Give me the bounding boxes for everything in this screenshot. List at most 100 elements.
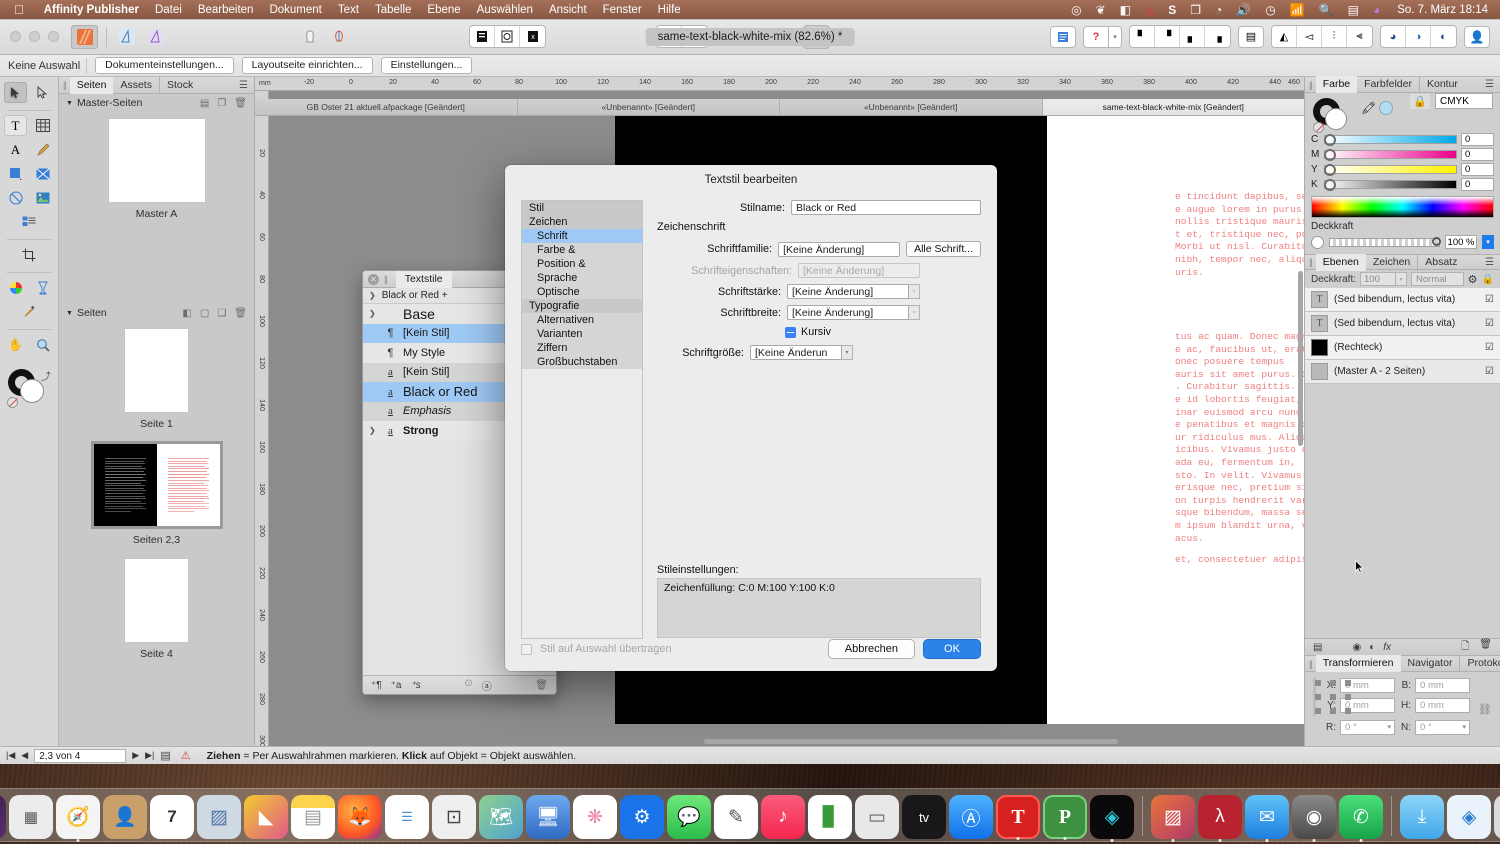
close-icon[interactable]: ✕: [368, 273, 379, 285]
tab-ebenen[interactable]: Ebenen: [1315, 253, 1366, 271]
italic-row[interactable]: Kursiv: [785, 326, 981, 338]
dock-item-reminders[interactable]: ☰: [385, 795, 429, 839]
dock-item-siri[interactable]: ◉: [0, 795, 6, 839]
pages-section-header[interactable]: ▼ Seiten ◧ ▢ ❑ 🗑: [59, 304, 254, 322]
duplicate-page-icon[interactable]: ❑: [217, 308, 226, 319]
dock-item-messages[interactable]: 💬: [667, 795, 711, 839]
designer-persona-icon[interactable]: [113, 25, 140, 49]
color-spectrum[interactable]: [1311, 196, 1494, 218]
all-fonts-button[interactable]: Alle Schrift...: [906, 241, 981, 257]
delete-style-icon[interactable]: 🗑: [535, 680, 548, 691]
new-layer-icon[interactable]: 🗋: [1461, 639, 1469, 656]
none-color-icon[interactable]: [7, 397, 18, 408]
new-character-style-icon[interactable]: ⁺a: [391, 680, 402, 691]
creative-cloud-icon[interactable]: ❦: [1089, 3, 1113, 17]
nav-item-schrift[interactable]: Schrift: [522, 229, 642, 243]
document-settings-button[interactable]: Dokumenteinstellungen...: [95, 57, 234, 74]
vertical-ruler[interactable]: 0 20 40 60 80 100 120 140 160 180 200 22…: [255, 91, 269, 746]
screen-icon[interactable]: ❐: [1183, 3, 1208, 17]
layer-visibility-checkbox[interactable]: ☑: [1485, 294, 1494, 305]
delete-layer-icon[interactable]: 🗑: [1479, 639, 1492, 656]
next-page-icon[interactable]: ▶: [132, 750, 139, 761]
color-model-select[interactable]: CMYK: [1435, 93, 1493, 109]
dock-item-app-store[interactable]: Ⓐ: [949, 795, 993, 839]
page-number-field[interactable]: 2,3 von 4: [34, 748, 127, 763]
cancel-button[interactable]: Abbrechen: [827, 639, 915, 659]
layers-panel-menu-icon[interactable]: ☰: [1485, 257, 1500, 268]
dock-item-affinity-doc[interactable]: ◈: [1447, 795, 1491, 839]
font-size-dropdown-icon[interactable]: ▾: [842, 345, 853, 360]
spread-icon[interactable]: [495, 26, 520, 47]
master-apply-icon[interactable]: ◧: [182, 308, 191, 319]
boolean-subtract-icon[interactable]: ◑: [1406, 26, 1431, 47]
fill-color-swatch[interactable]: [1325, 108, 1347, 130]
dock-item-music[interactable]: ♪: [761, 795, 805, 839]
publisher-persona-icon[interactable]: [71, 24, 98, 49]
close-window-button[interactable]: [10, 31, 21, 42]
tab-farbfelder[interactable]: Farbfelder: [1357, 76, 1419, 93]
help-dropdown-icon[interactable]: ▾: [1109, 25, 1122, 48]
nav-item-varianten[interactable]: Varianten: [522, 327, 642, 341]
nav-item-zeichen[interactable]: Zeichen: [522, 215, 642, 229]
lock-icon[interactable]: 🔒: [1410, 93, 1430, 109]
style-name-input[interactable]: Black or Red: [791, 200, 981, 215]
link-chain-icon[interactable]: ⛓: [1478, 703, 1492, 716]
layers-panel-grip-icon[interactable]: ||: [1309, 257, 1313, 267]
opacity-dropdown-icon[interactable]: ▾: [1482, 235, 1494, 249]
menu-item-ansicht[interactable]: Ansicht: [541, 4, 595, 16]
new-paragraph-style-icon[interactable]: ⁺¶: [371, 680, 382, 691]
prev-page-icon[interactable]: ◀: [21, 750, 28, 761]
yellow-value[interactable]: 0: [1461, 163, 1494, 176]
dock-item-notes2[interactable]: ✎: [714, 795, 758, 839]
dock-item-numbers[interactable]: ▊: [808, 795, 852, 839]
tab-navigator[interactable]: Navigator: [1401, 655, 1460, 672]
tab-seiten[interactable]: Seiten: [69, 76, 114, 94]
wrap-group[interactable]: ▘ ▝ ▖ ▗: [1129, 25, 1231, 48]
dock-item-mail[interactable]: ✉: [1245, 795, 1289, 839]
dock-item-apple-tv[interactable]: tv: [902, 795, 946, 839]
duplicate-master-icon[interactable]: ❐: [217, 98, 226, 109]
font-width-input[interactable]: [Keine Änderung]: [787, 305, 909, 320]
dock-item-notes[interactable]: ▤: [291, 795, 335, 839]
opacity-value[interactable]: 100 %: [1445, 235, 1477, 249]
chevron-right-icon[interactable]: ❯: [369, 426, 378, 435]
color-panel-grip-icon[interactable]: ||: [1309, 80, 1313, 90]
dock-item-launchpad[interactable]: ▦: [9, 795, 53, 839]
distribute2-icon[interactable]: ⫷: [1347, 26, 1372, 47]
table-row[interactable]: (Master A - 2 Seiten) ☑: [1305, 360, 1500, 384]
mask-icon[interactable]: ◐: [1369, 642, 1375, 653]
window-traffic-lights[interactable]: [10, 31, 59, 42]
nav-item-alternativen[interactable]: Alternativen: [522, 313, 642, 327]
add-page-icon[interactable]: ▢: [200, 308, 209, 319]
menubar-clock[interactable]: So. 7. März 18:14: [1387, 4, 1492, 16]
font-width-dropdown-icon[interactable]: ▾: [909, 305, 920, 320]
apple-logo-icon[interactable]: : [14, 3, 24, 16]
dock-item-maps[interactable]: 🗺: [479, 795, 523, 839]
font-size-input[interactable]: [Keine Änderun: [750, 345, 842, 360]
delete-page-icon[interactable]: 🗑: [234, 308, 247, 319]
horizontal-ruler[interactable]: mm -20 0 20 40 60 80 100 120 140 160 180…: [255, 77, 1304, 91]
canvas-text-red-3[interactable]: et, consectetuer adipiscing: [1175, 554, 1304, 567]
clear-character-icon[interactable]: ⓐ: [482, 678, 492, 693]
shape-icon[interactable]: [325, 25, 352, 49]
zoom-window-button[interactable]: [48, 31, 59, 42]
black-value[interactable]: 0: [1461, 178, 1494, 191]
page-view-group[interactable]: x: [469, 25, 546, 48]
tab-protokoll[interactable]: Protokoll: [1459, 655, 1500, 672]
shear-input[interactable]: 0 °: [1415, 720, 1471, 735]
grip-icon[interactable]: ||: [384, 274, 388, 284]
tab-zeichen[interactable]: Zeichen: [1366, 254, 1417, 271]
gear-icon[interactable]: ⚙: [1468, 273, 1478, 286]
layer-visibility-checkbox[interactable]: ☑: [1485, 366, 1494, 377]
menu-app-name[interactable]: Affinity Publisher: [36, 4, 147, 16]
first-page-icon[interactable]: |◀: [6, 750, 15, 761]
dock-item-downloads-folder[interactable]: ⤓: [1400, 795, 1444, 839]
wrap-tight-icon[interactable]: ▖: [1180, 26, 1205, 47]
flip-group[interactable]: ◭ ◅ ⫶ ⫷: [1271, 25, 1373, 48]
hand-tool[interactable]: ✋: [4, 334, 27, 355]
boolean-add-icon[interactable]: ◕: [1381, 26, 1406, 47]
chevron-right-icon[interactable]: ❯: [369, 291, 376, 300]
cyan-slider[interactable]: [1324, 134, 1457, 146]
vector-crop-tool[interactable]: [31, 277, 54, 298]
s-icon[interactable]: S: [1161, 3, 1183, 17]
